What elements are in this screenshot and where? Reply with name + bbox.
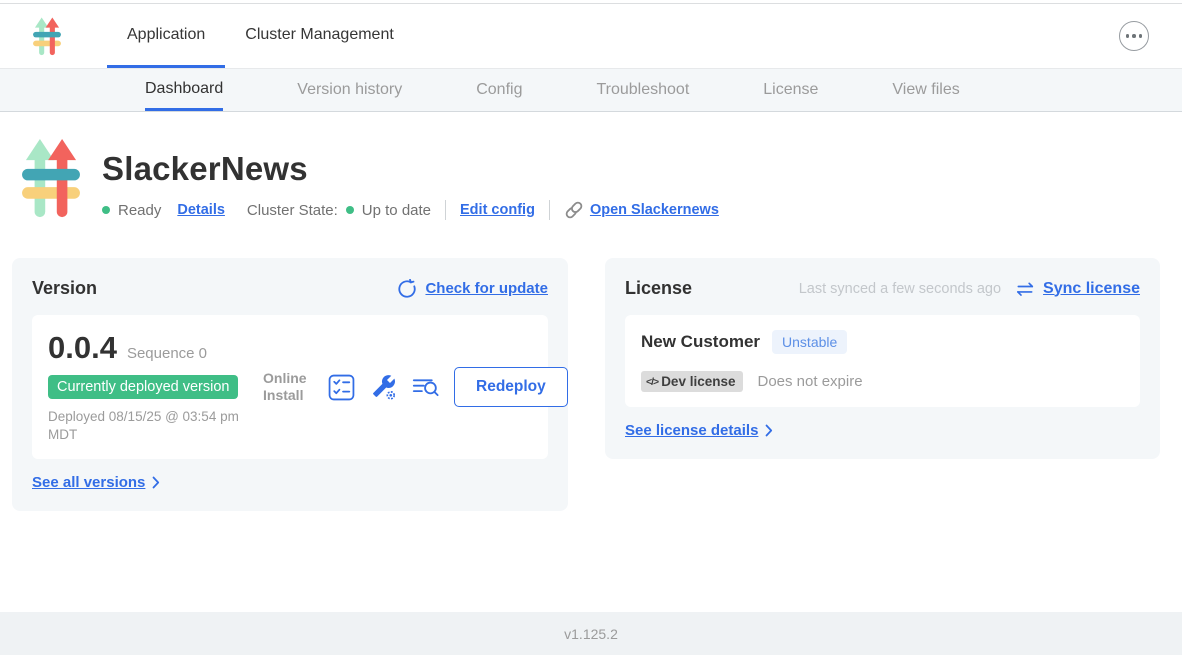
license-card-title: License (625, 278, 692, 299)
license-details-panel: New Customer Unstable </> Dev license Do… (625, 315, 1140, 407)
cluster-state-value: Up to date (362, 202, 431, 219)
subnav-license[interactable]: License (763, 69, 818, 111)
deployed-badge: Currently deployed version (48, 375, 238, 399)
slackernews-app-logo (22, 138, 80, 219)
sequence-label: Sequence 0 (127, 345, 207, 362)
ellipsis-icon (1139, 34, 1143, 38)
console-version: v1.125.2 (564, 626, 618, 642)
subnav-config-label: Config (476, 81, 522, 99)
app-status-text: Ready (118, 202, 161, 219)
see-license-details-link[interactable]: See license details (625, 422, 758, 439)
check-for-update-link[interactable]: Check for update (425, 280, 548, 297)
dashboard-cards: Version Check for update 0.0.4 Sequence … (12, 258, 1160, 511)
subnav-config[interactable]: Config (476, 69, 522, 111)
tab-application[interactable]: Application (107, 4, 225, 68)
subnav-view-files-label: View files (892, 81, 959, 99)
subnav-dashboard[interactable]: Dashboard (145, 69, 223, 111)
view-logs-icon[interactable] (412, 374, 439, 401)
app-status-dot-icon (102, 206, 110, 214)
subnav-dashboard-label: Dashboard (145, 80, 223, 98)
page-title: SlackerNews (102, 150, 719, 188)
app-footer: v1.125.2 (0, 612, 1182, 655)
code-icon: </> (646, 376, 658, 388)
cluster-state-dot-icon (346, 206, 354, 214)
ellipsis-icon (1132, 34, 1136, 38)
divider (549, 200, 550, 220)
subnav-view-files[interactable]: View files (892, 69, 959, 111)
config-wrench-icon[interactable] (370, 374, 397, 401)
see-all-versions-link[interactable]: See all versions (32, 474, 145, 491)
last-synced-text: Last synced a few seconds ago (799, 281, 1001, 297)
license-type-badge: </> Dev license (641, 371, 743, 392)
redeploy-button[interactable]: Redeploy (454, 367, 568, 407)
customer-name: New Customer (641, 332, 760, 352)
subnav-version-history[interactable]: Version history (297, 69, 402, 111)
subnav-license-label: License (763, 81, 818, 99)
app-title-section: SlackerNews Ready Details Cluster State:… (0, 112, 1182, 220)
chevron-right-icon (152, 476, 160, 489)
channel-badge: Unstable (772, 330, 847, 354)
sync-arrows-icon (1015, 280, 1035, 298)
install-type-label: Online Install (263, 370, 313, 405)
app-header-bar: Application Cluster Management (0, 4, 1182, 69)
subnav-troubleshoot-label: Troubleshoot (596, 81, 689, 99)
deployed-timestamp: Deployed 08/15/25 @ 03:54 pm MDT (48, 408, 263, 444)
app-subnav: Dashboard Version history Config Trouble… (0, 69, 1182, 112)
refresh-icon (397, 279, 417, 299)
slackernews-logo-icon (33, 17, 61, 56)
app-status-row: Ready Details Cluster State: Up to date … (102, 200, 719, 220)
tab-cluster-management-label: Cluster Management (245, 26, 394, 44)
tab-application-label: Application (127, 26, 205, 44)
header-tabs: Application Cluster Management (107, 4, 414, 68)
sync-license-link[interactable]: Sync license (1043, 280, 1140, 298)
overflow-menu-button[interactable] (1119, 21, 1149, 51)
chain-link-icon (564, 200, 584, 220)
license-card: License Last synced a few seconds ago Sy… (605, 258, 1160, 459)
version-card-title: Version (32, 278, 97, 299)
edit-config-link[interactable]: Edit config (460, 202, 535, 218)
chevron-right-icon (765, 424, 773, 437)
version-card: Version Check for update 0.0.4 Sequence … (12, 258, 568, 511)
divider (445, 200, 446, 220)
license-type-label: Dev license (661, 374, 735, 389)
tab-cluster-management[interactable]: Cluster Management (225, 4, 414, 68)
preflight-checks-icon[interactable] (328, 374, 355, 401)
cluster-state-label: Cluster State: (247, 202, 338, 219)
license-expiry-text: Does not expire (757, 373, 862, 390)
details-link[interactable]: Details (177, 202, 225, 218)
version-number: 0.0.4 (48, 330, 117, 366)
subnav-version-history-label: Version history (297, 81, 402, 99)
current-version-panel: 0.0.4 Sequence 0 Currently deployed vers… (32, 315, 548, 459)
open-app-link[interactable]: Open Slackernews (590, 202, 719, 218)
subnav-troubleshoot[interactable]: Troubleshoot (596, 69, 689, 111)
ellipsis-icon (1126, 34, 1130, 38)
